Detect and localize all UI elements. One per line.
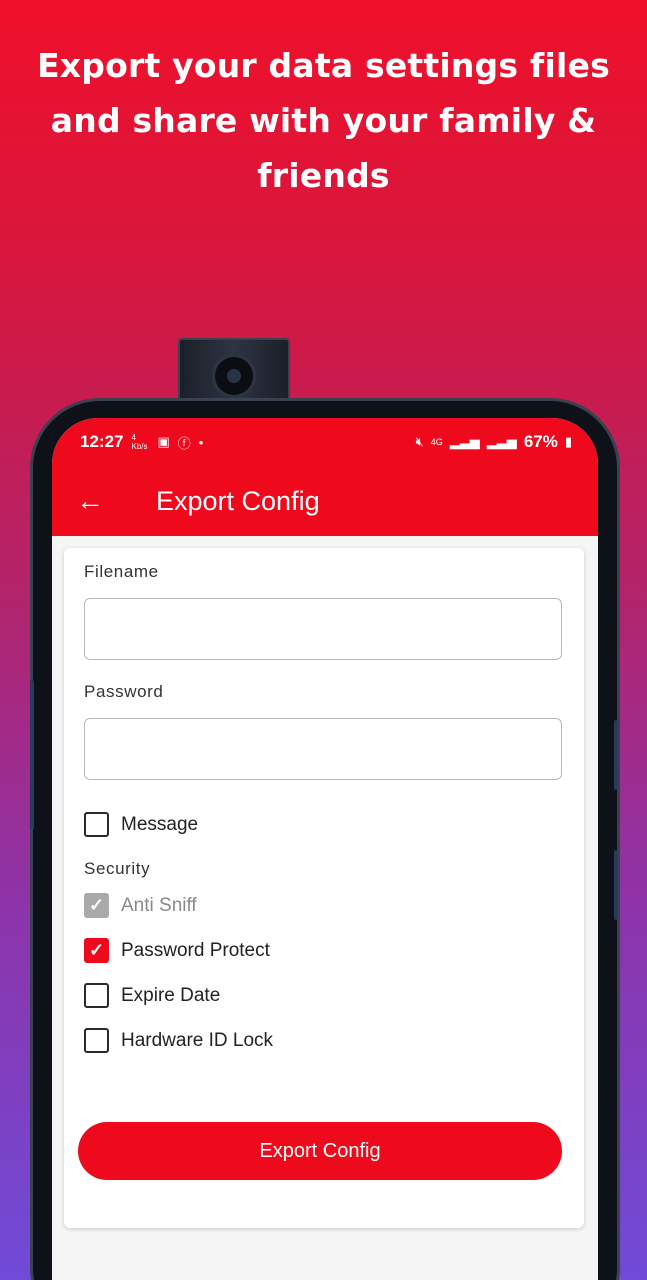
- message-checkbox[interactable]: [84, 812, 109, 837]
- hardware-id-lock-label: Hardware ID Lock: [121, 1029, 274, 1051]
- anti-sniff-label: Anti Sniff: [121, 894, 197, 916]
- signal-icon: ▂▃▅: [449, 434, 480, 449]
- left-button: [30, 680, 34, 830]
- option-anti-sniff: ✓ Anti Sniff: [84, 883, 564, 928]
- message-label: Message: [121, 813, 199, 835]
- battery-icon: ▮: [564, 434, 572, 449]
- app-bar: ← Export Config: [52, 466, 598, 536]
- headline-line-2: and share with your family &: [50, 101, 597, 140]
- power-button: [614, 850, 618, 920]
- page-title: Export Config: [156, 485, 320, 516]
- status-time: 12:27: [80, 432, 124, 451]
- security-section-label: Security: [84, 859, 151, 878]
- export-config-button[interactable]: Export Config: [78, 1122, 562, 1180]
- mute-icon: 🔇︎: [415, 434, 424, 449]
- expire-date-label: Expire Date: [121, 984, 221, 1006]
- password-protect-checkbox[interactable]: ✓: [84, 938, 109, 963]
- option-hardware-id-lock[interactable]: Hardware ID Lock: [84, 1018, 564, 1063]
- password-label: Password: [84, 682, 164, 701]
- status-bar: 12:27 4 Kb/s ▣ ⓕ • 🔇︎ 4G ▂▃▅ ▂▃▅ 67% ▮: [52, 418, 598, 466]
- gallery-icon: ▣: [157, 434, 170, 449]
- volume-button: [614, 720, 618, 790]
- headline-line-1: Export your data settings files: [37, 46, 610, 85]
- filename-label: Filename: [84, 562, 159, 581]
- password-input[interactable]: [84, 718, 562, 780]
- password-protect-label: Password Protect: [121, 939, 270, 961]
- expire-date-checkbox[interactable]: [84, 983, 109, 1008]
- phone-screen: 12:27 4 Kb/s ▣ ⓕ • 🔇︎ 4G ▂▃▅ ▂▃▅ 67% ▮ ←…: [52, 418, 598, 1280]
- option-expire-date[interactable]: Expire Date: [84, 973, 564, 1018]
- battery-percent: 67%: [523, 432, 558, 451]
- promo-headline: Export your data settings files and shar…: [0, 38, 647, 203]
- option-password-protect[interactable]: ✓ Password Protect: [84, 928, 564, 973]
- back-arrow-icon[interactable]: ←: [76, 487, 146, 515]
- net-speed: 4 Kb/s: [131, 433, 148, 451]
- headline-line-3: friends: [257, 156, 390, 195]
- anti-sniff-checkbox: ✓: [84, 893, 109, 918]
- filename-input[interactable]: [84, 598, 562, 660]
- notification-dot-icon: •: [198, 434, 204, 450]
- facebook-icon: ⓕ: [177, 435, 191, 451]
- message-checkbox-row[interactable]: Message: [84, 802, 564, 847]
- export-form-card: Filename Password Message Security ✓ Ant…: [64, 548, 584, 1228]
- camera-lens-icon: [212, 354, 256, 398]
- hardware-id-lock-checkbox[interactable]: [84, 1028, 109, 1053]
- 4g-icon: 4G: [430, 437, 443, 447]
- signal-2-icon: ▂▃▅: [486, 434, 517, 449]
